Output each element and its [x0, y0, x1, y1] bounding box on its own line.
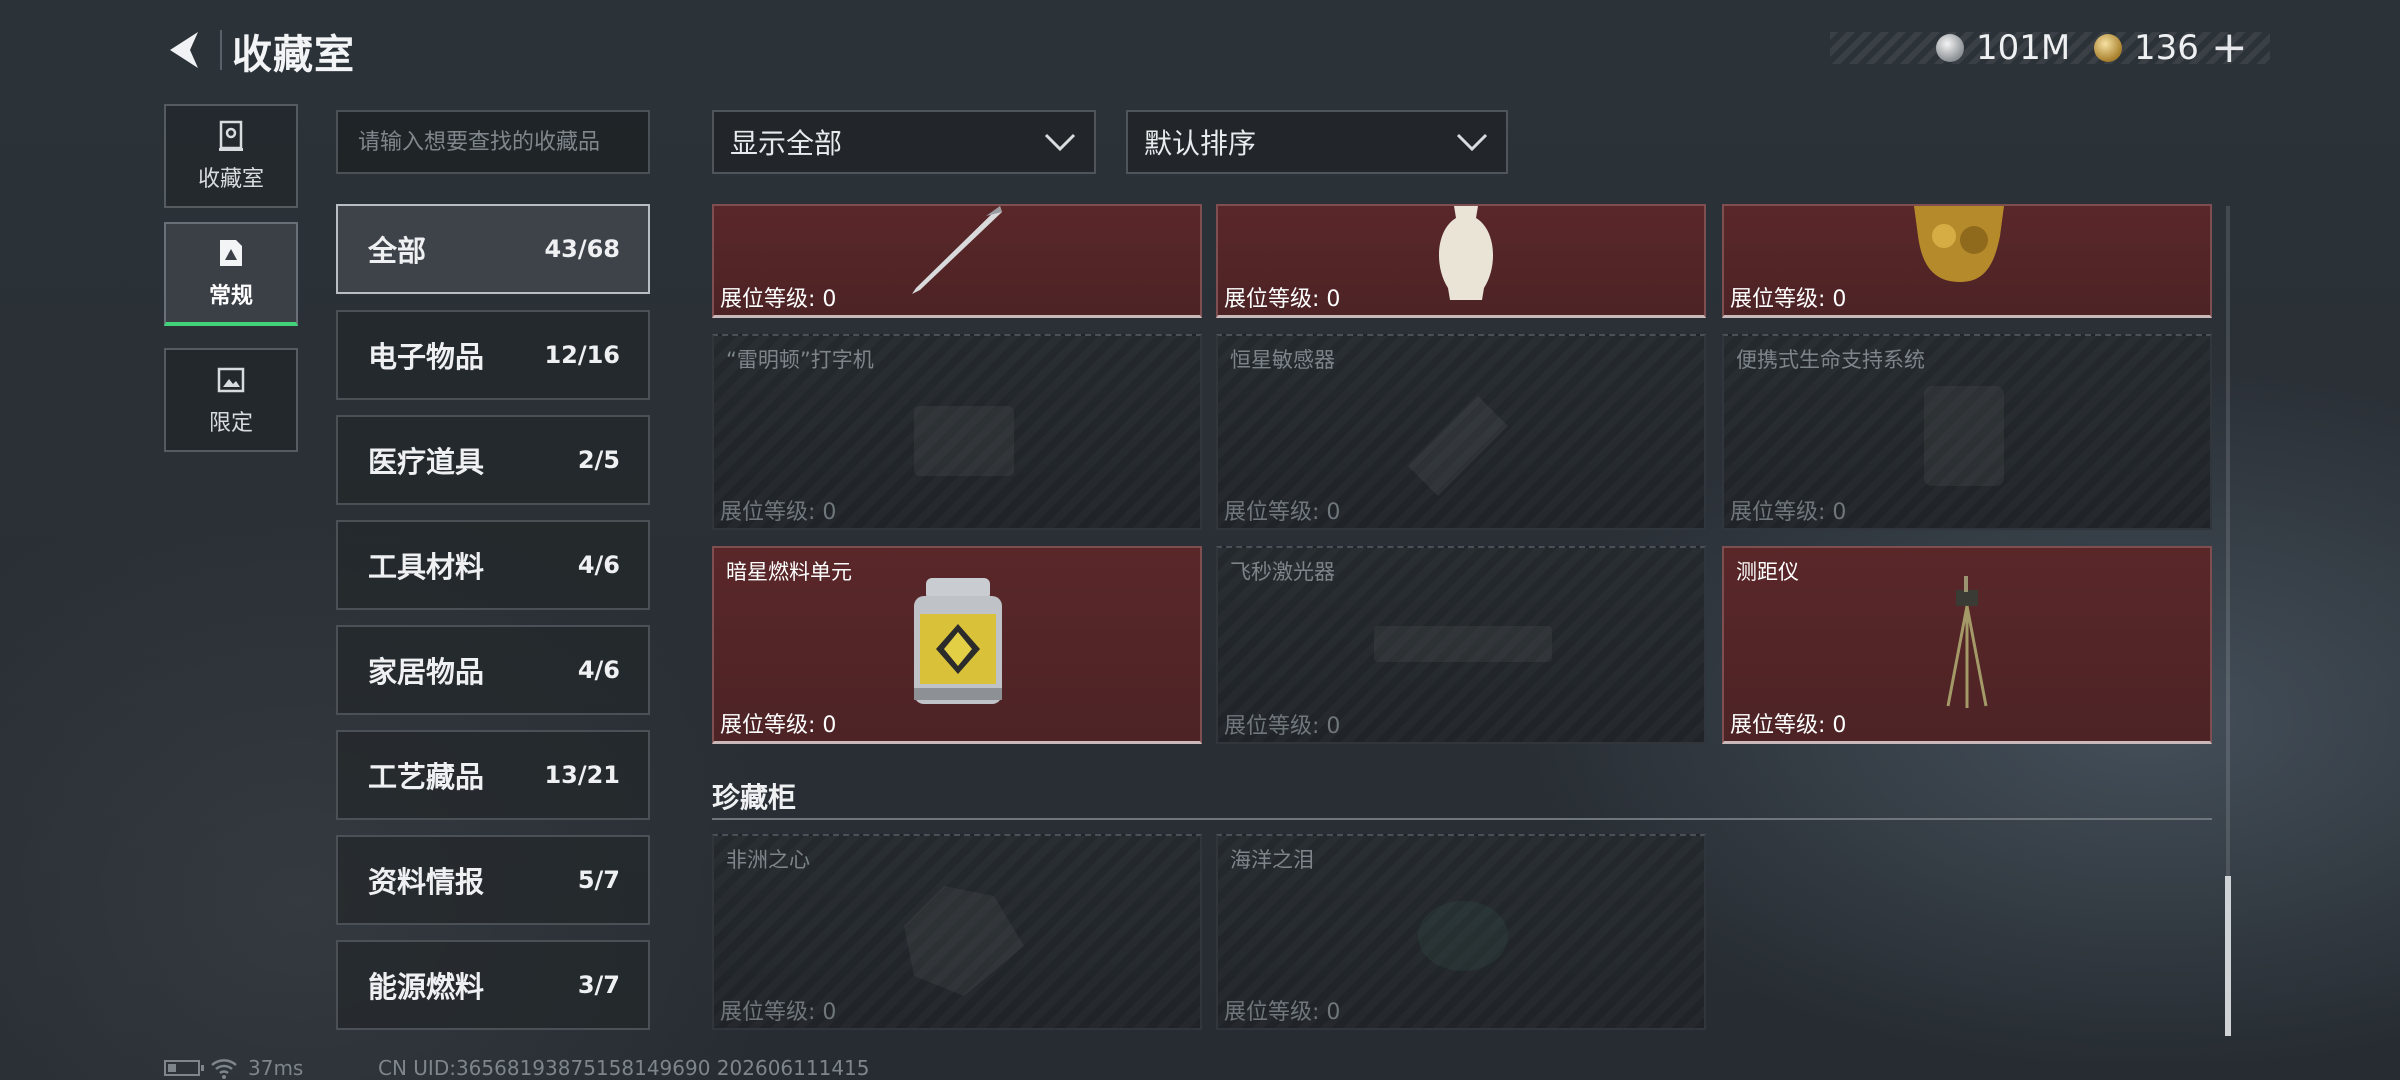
category-label: 医疗道具: [368, 445, 485, 479]
category-label: 家居物品: [368, 655, 485, 689]
back-arrow-icon[interactable]: [160, 26, 208, 74]
category-count: 5/7: [577, 866, 620, 894]
category-count: 2/5: [577, 446, 620, 474]
item-name: 海洋之泪: [1230, 848, 1314, 872]
category-count: 43/68: [544, 235, 620, 263]
chevron-down-icon: [1044, 133, 1076, 152]
display-level: 展位等级: 0: [720, 287, 837, 312]
rangefinder-icon: [1946, 576, 1988, 708]
item-name: 非洲之心: [726, 848, 810, 872]
category-all[interactable]: 全部 43/68: [336, 204, 650, 294]
display-level: 展位等级: 0: [1224, 714, 1341, 739]
gold-coin-icon: [2094, 34, 2122, 62]
category-count: 12/16: [544, 341, 620, 369]
item-name: 恒星敏感器: [1230, 348, 1335, 372]
tab-limited-label: 限定: [208, 411, 253, 436]
diamond-icon: [904, 886, 1024, 996]
display-level: 展位等级: 0: [1730, 287, 1847, 312]
category-count: 3/7: [577, 971, 620, 999]
sort-dropdown[interactable]: 默认排序: [1126, 110, 1508, 174]
vase-icon: [1438, 206, 1494, 300]
tab-vault-label: 收藏室: [197, 167, 264, 192]
ping-value: 37ms: [248, 1056, 304, 1080]
category-tools[interactable]: 工具材料 4/6: [336, 520, 650, 610]
item-name: 便携式生命支持系统: [1736, 348, 1925, 372]
item-name: 暗星燃料单元: [726, 560, 852, 584]
display-level: 展位等级: 0: [720, 500, 837, 525]
vault-icon: [219, 120, 243, 151]
category-count: 13/21: [544, 761, 620, 789]
collection-card[interactable]: 非洲之心 展位等级: 0: [712, 834, 1202, 1030]
silver-coin-icon: [1936, 34, 1964, 62]
fuel-canister-icon: [914, 578, 1002, 704]
collection-card[interactable]: 暗星燃料单元 展位等级: 0: [712, 546, 1202, 744]
laser-icon: [1374, 626, 1552, 662]
battery-icon: [164, 1060, 204, 1076]
collection-card[interactable]: 展位等级: 0: [1216, 204, 1706, 318]
pen-icon: [912, 206, 1002, 294]
search-input[interactable]: [336, 110, 650, 174]
category-intel[interactable]: 资料情报 5/7: [336, 835, 650, 925]
collection-card[interactable]: 便携式生命支持系统 展位等级: 0: [1722, 334, 2212, 530]
section-title-cabinet: 珍藏柜: [712, 781, 797, 814]
display-level: 展位等级: 0: [1224, 287, 1341, 312]
scrollbar-thumb[interactable]: [2225, 876, 2231, 1036]
display-level: 展位等级: 0: [1730, 713, 1847, 738]
collection-card[interactable]: 飞秒激光器 展位等级: 0: [1216, 546, 1706, 744]
title-divider: [220, 30, 222, 70]
chevron-down-icon: [1456, 133, 1488, 152]
category-label: 能源燃料: [368, 970, 485, 1004]
currency-silver: 101M: [1936, 26, 2070, 70]
life-support-icon: [1924, 386, 2004, 486]
gold-statue-icon: [1914, 206, 2004, 282]
category-count: 4/6: [577, 656, 620, 684]
filter-show-dropdown[interactable]: 显示全部: [712, 110, 1096, 174]
currency-gold: 136 +: [2094, 26, 2248, 70]
display-level: 展位等级: 0: [1730, 500, 1847, 525]
category-crafts[interactable]: 工艺藏品 13/21: [336, 730, 650, 820]
tab-regular[interactable]: 常规: [164, 222, 298, 326]
category-count: 4/6: [577, 551, 620, 579]
collection-card[interactable]: 测距仪 展位等级: 0: [1722, 546, 2212, 744]
section-divider: [712, 818, 2212, 820]
sort-label: 默认排序: [1144, 127, 1257, 160]
item-name: “雷明顿”打字机: [726, 348, 874, 372]
category-label: 电子物品: [368, 340, 485, 374]
display-level: 展位等级: 0: [720, 713, 837, 738]
tab-regular-label: 常规: [208, 284, 253, 309]
collection-card[interactable]: 海洋之泪 展位等级: 0: [1216, 834, 1706, 1030]
collection-card[interactable]: 展位等级: 0: [712, 204, 1202, 318]
category-label: 资料情报: [368, 865, 485, 899]
item-name: 飞秒激光器: [1230, 560, 1335, 584]
category-label: 工具材料: [368, 550, 485, 584]
status-bar: 37ms: [164, 1056, 303, 1080]
collection-card[interactable]: 展位等级: 0: [1722, 204, 2212, 318]
filter-show-label: 显示全部: [730, 127, 843, 160]
wifi-icon: [211, 1059, 237, 1079]
category-household[interactable]: 家居物品 4/6: [336, 625, 650, 715]
display-level: 展位等级: 0: [1224, 1000, 1341, 1025]
image-icon: [217, 367, 245, 393]
sensor-icon: [1408, 396, 1508, 496]
category-electronics[interactable]: 电子物品 12/16: [336, 310, 650, 400]
add-currency-button[interactable]: +: [2211, 26, 2248, 70]
gold-amount: 136: [2134, 28, 2199, 68]
collection-card[interactable]: “雷明顿”打字机 展位等级: 0: [712, 334, 1202, 530]
item-name: 测距仪: [1736, 560, 1799, 584]
display-level: 展位等级: 0: [1224, 500, 1341, 525]
category-label: 工艺藏品: [368, 760, 485, 794]
page-title: 收藏室: [232, 32, 355, 78]
document-icon: [220, 240, 242, 266]
gem-icon: [1418, 901, 1508, 971]
typewriter-icon: [914, 406, 1014, 476]
category-medical[interactable]: 医疗道具 2/5: [336, 415, 650, 505]
uid-text: CN UID:3656819387515814969​0 20260611141…: [378, 1056, 870, 1080]
collection-card[interactable]: 恒星敏感器 展位等级: 0: [1216, 334, 1706, 530]
category-energy[interactable]: 能源燃料 3/7: [336, 940, 650, 1030]
tab-limited[interactable]: 限定: [164, 348, 298, 452]
display-level: 展位等级: 0: [720, 1000, 837, 1025]
silver-amount: 101M: [1976, 28, 2071, 68]
category-label: 全部: [368, 234, 427, 268]
tab-vault[interactable]: 收藏室: [164, 104, 298, 208]
